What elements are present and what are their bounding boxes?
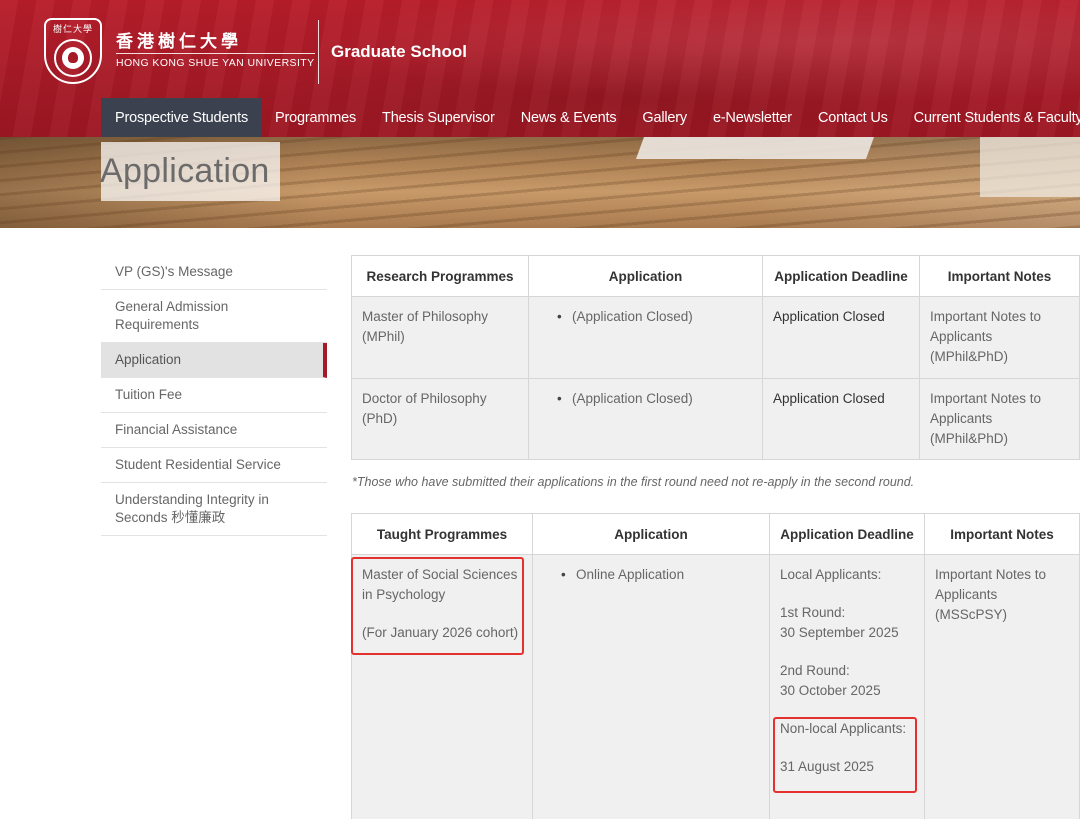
programme-name: Doctor of Philosophy (PhD)	[351, 378, 529, 460]
nav-prospective-students[interactable]: Prospective Students	[101, 98, 263, 137]
round2-date: 30 October 2025	[780, 683, 881, 698]
sidebar-item-residential-service[interactable]: Student Residential Service	[101, 448, 327, 483]
table-row: Master of Social Sciences in Psychology …	[351, 554, 1080, 819]
programme-name: Master of Social Sciences in Psychology	[362, 567, 518, 602]
main-nav: Prospective Students Programmes Thesis S…	[101, 98, 1080, 137]
table-header: Research Programmes	[351, 255, 529, 297]
nonlocal-date: 31 August 2025	[780, 759, 874, 774]
university-seal-icon: 樹仁大學	[44, 18, 102, 84]
table-header: Application	[532, 513, 770, 555]
page-title: Application	[100, 142, 280, 201]
table-header: Application Deadline	[762, 255, 920, 297]
table-header: Important Notes	[924, 513, 1080, 555]
sidebar-item-admission-requirements[interactable]: General Admission Requirements	[101, 290, 327, 343]
nav-thesis-supervisor[interactable]: Thesis Supervisor	[369, 98, 508, 137]
application-status: (Application Closed)	[555, 389, 752, 409]
round1-label: 1st Round:	[780, 605, 846, 620]
table-row: Master of Philosophy (MPhil) (Applicatio…	[351, 296, 1080, 379]
sidebar-item-integrity[interactable]: Understanding Integrity in Seconds 秒懂廉政	[101, 483, 327, 536]
sidebar-item-financial-assistance[interactable]: Financial Assistance	[101, 413, 327, 448]
school-title[interactable]: Graduate School	[331, 42, 467, 62]
seal-text: 樹仁大學	[52, 25, 93, 35]
important-notes-link[interactable]: Important Notes to Applicants (MPhil&PhD…	[930, 391, 1041, 446]
sidebar-item-vp-message[interactable]: VP (GS)'s Message	[101, 255, 327, 290]
programme-cohort: (For January 2026 cohort)	[362, 625, 519, 640]
nav-news-events[interactable]: News & Events	[508, 98, 630, 137]
nav-gallery[interactable]: Gallery	[629, 98, 700, 137]
nonlocal-applicants-label: Non-local Applicants:	[780, 721, 907, 736]
nav-programmes[interactable]: Programmes	[262, 98, 369, 137]
nav-e-newsletter[interactable]: e-Newsletter	[700, 98, 805, 137]
university-name-en: HONG KONG SHUE YAN UNIVERSITY	[116, 53, 315, 69]
sidebar-item-application[interactable]: Application	[101, 343, 327, 378]
sidebar-menu: VP (GS)'s Message General Admission Requ…	[101, 255, 327, 536]
table-header: Taught Programmes	[351, 513, 533, 555]
university-logo[interactable]: 樹仁大學 香港樹仁大學 HONG KONG SHUE YAN UNIVERSIT…	[44, 18, 315, 84]
programme-name: Master of Philosophy (MPhil)	[351, 296, 529, 379]
table-header: Application Deadline	[769, 513, 925, 555]
sidebar-item-tuition-fee[interactable]: Tuition Fee	[101, 378, 327, 413]
local-applicants-label: Local Applicants:	[780, 567, 882, 582]
research-programmes-table: Research Programmes Application Applicat…	[351, 255, 1080, 460]
application-status: (Application Closed)	[555, 307, 752, 327]
nav-current-students-faculty[interactable]: Current Students & Faculty only	[901, 98, 1080, 137]
important-notes-link[interactable]: Important Notes to Applicants (MSScPSY)	[935, 567, 1046, 622]
site-header: 樹仁大學 香港樹仁大學 HONG KONG SHUE YAN UNIVERSIT…	[0, 0, 1080, 137]
online-application-link[interactable]: Online Application	[576, 567, 684, 582]
round2-label: 2nd Round:	[780, 663, 850, 678]
second-round-note: *Those who have submitted their applicat…	[352, 475, 915, 489]
table-header: Important Notes	[919, 255, 1080, 297]
taught-programmes-table: Taught Programmes Application Applicatio…	[351, 513, 1080, 819]
round1-date: 30 September 2025	[780, 625, 899, 640]
nav-contact-us[interactable]: Contact Us	[805, 98, 901, 137]
table-row: Doctor of Philosophy (PhD) (Application …	[351, 378, 1080, 460]
important-notes-link[interactable]: Important Notes to Applicants (MPhil&PhD…	[930, 309, 1041, 364]
header-divider	[318, 20, 319, 84]
university-name-zh: 香港樹仁大學	[116, 32, 242, 52]
deadline: Application Closed	[762, 296, 920, 379]
deadline: Application Closed	[762, 378, 920, 460]
table-header: Application	[528, 255, 763, 297]
